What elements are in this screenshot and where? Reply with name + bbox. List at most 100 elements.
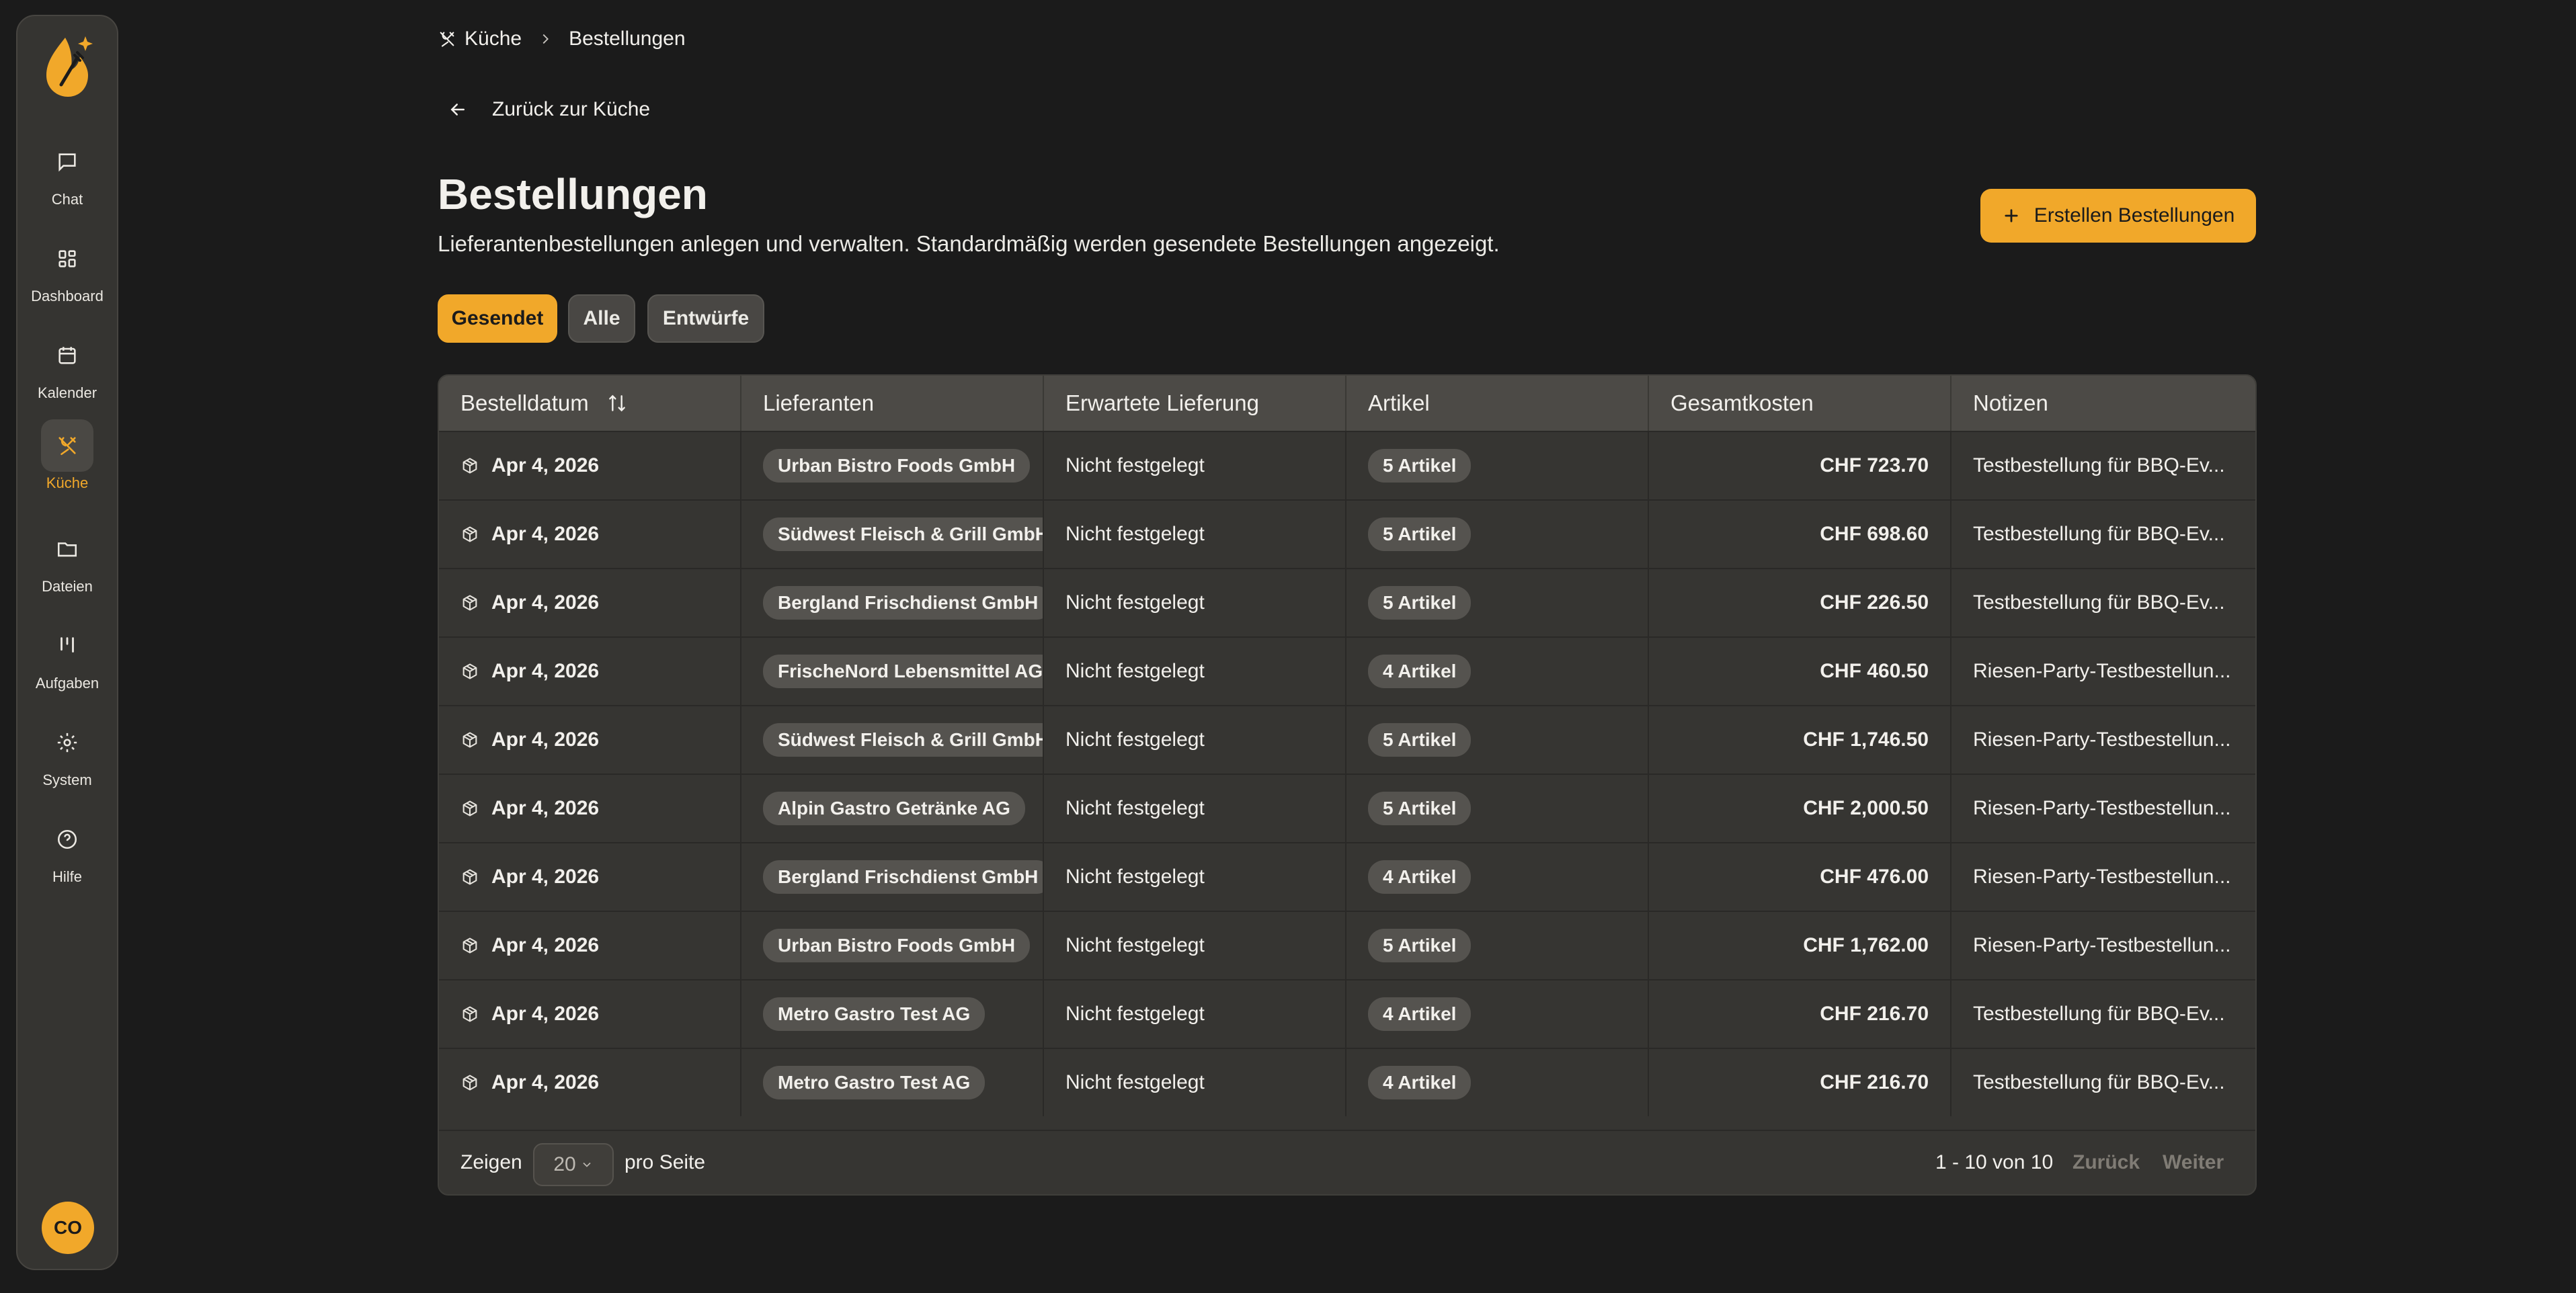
notes-cell: Testbestellung für BBQ-Ev...: [1951, 569, 2255, 636]
supplier-badge: Urban Bistro Foods GmbH: [763, 929, 1031, 962]
column-header-order-date[interactable]: Bestelldatum: [439, 376, 741, 431]
sidebar-item-dashboard[interactable]: Dashboard: [17, 233, 117, 305]
column-header-label: Bestelldatum: [460, 390, 589, 415]
expected-delivery: Nicht festgelegt: [1065, 591, 1205, 614]
notes-cell: Testbestellung für BBQ-Ev...: [1951, 501, 2255, 568]
sidebar-item-calendar[interactable]: Kalender: [17, 329, 117, 402]
order-date-cell: Apr 4, 2026: [439, 912, 741, 979]
sidebar-item-help[interactable]: Hilfe: [17, 813, 117, 886]
total-cost: CHF 723.70: [1820, 454, 1929, 476]
sidebar-item-tasks[interactable]: Aufgaben: [17, 620, 117, 692]
next-page-button[interactable]: Weiter: [2163, 1151, 2224, 1174]
total-cost-cell: CHF 1,762.00: [1649, 912, 1951, 979]
create-order-button[interactable]: Erstellen Bestellungen: [1980, 189, 2256, 243]
items-badge: 5 Artikel: [1368, 723, 1472, 757]
supplier-badge: Südwest Fleisch & Grill GmbH: [763, 723, 1043, 757]
supplier-cell: Südwest Fleisch & Grill GmbH: [741, 706, 1044, 774]
items-badge: 5 Artikel: [1368, 586, 1472, 620]
filter-sent[interactable]: Gesendet: [438, 294, 557, 343]
table-row[interactable]: Apr 4, 2026 Urban Bistro Foods GmbH Nicht …: [439, 911, 2255, 979]
table-row[interactable]: Apr 4, 2026 Südwest Fleisch & Grill GmbH N…: [439, 499, 2255, 568]
page-size-select[interactable]: 20: [533, 1143, 614, 1186]
expected-delivery-cell: Nicht festgelegt: [1044, 775, 1346, 842]
items-badge: 5 Artikel: [1368, 517, 1472, 551]
table-row[interactable]: Apr 4, 2026 Südwest Fleisch & Grill GmbH N…: [439, 705, 2255, 774]
sidebar-item-label: Chat: [51, 191, 83, 208]
total-cost-cell: CHF 2,000.50: [1649, 775, 1951, 842]
package-icon: [460, 936, 479, 955]
order-date-cell: Apr 4, 2026: [439, 501, 741, 568]
sidebar-item-label: Dateien: [42, 578, 93, 595]
total-cost: CHF 1,746.50: [1803, 728, 1929, 751]
sidebar-item-chat[interactable]: Chat: [17, 136, 117, 208]
table-row[interactable]: Apr 4, 2026 Alpin Gastro Getränke AG Nicht…: [439, 774, 2255, 842]
back-to-kitchen-link[interactable]: Zurück zur Küche: [448, 98, 650, 121]
sidebar-item-files[interactable]: Dateien: [17, 523, 117, 595]
supplier-badge: Urban Bistro Foods GmbH: [763, 449, 1031, 483]
order-date: Apr 4, 2026: [491, 1003, 600, 1025]
sidebar-item-system[interactable]: System: [17, 716, 117, 789]
sidebar-item-label: Kalender: [37, 384, 97, 401]
expected-delivery-cell: Nicht festgelegt: [1044, 569, 1346, 636]
expected-delivery: Nicht festgelegt: [1065, 866, 1205, 888]
dashboard-icon: [41, 233, 93, 285]
previous-page-button[interactable]: Zurück: [2072, 1151, 2140, 1174]
total-cost-cell: CHF 460.50: [1649, 638, 1951, 705]
filter-all[interactable]: Alle: [568, 294, 635, 343]
expected-delivery-cell: Nicht festgelegt: [1044, 981, 1346, 1048]
chevron-right-icon: [538, 32, 553, 46]
supplier-cell: Südwest Fleisch & Grill GmbH: [741, 501, 1044, 568]
order-date-cell: Apr 4, 2026: [439, 981, 741, 1048]
items-cell: 5 Artikel: [1346, 569, 1649, 636]
total-cost: CHF 460.50: [1820, 660, 1929, 682]
orders-table: Bestelldatum Lieferanten Erwartete Liefe…: [438, 374, 2257, 1196]
order-date-cell: Apr 4, 2026: [439, 775, 741, 842]
sidebar-item-label: System: [42, 771, 92, 788]
table-row[interactable]: Apr 4, 2026 Bergland Frischdienst GmbH Nic…: [439, 842, 2255, 911]
kanban-icon: [41, 620, 93, 672]
filter-drafts[interactable]: Entwürfe: [647, 294, 764, 343]
table-row[interactable]: Apr 4, 2026 Bergland Frischdienst GmbH Nic…: [439, 568, 2255, 636]
package-icon: [460, 456, 479, 475]
expected-delivery: Nicht festgelegt: [1065, 454, 1205, 476]
table-row[interactable]: Apr 4, 2026 FrischeNord Lebensmittel AG Ni…: [439, 636, 2255, 705]
notes-text: Riesen-Party-Testbestellun...: [1973, 797, 2231, 819]
sidebar-item-label: Hilfe: [52, 868, 82, 885]
notes-cell: Riesen-Party-Testbestellun...: [1951, 706, 2255, 774]
sidebar-item-kitchen[interactable]: Küche: [17, 419, 117, 492]
table-row[interactable]: Apr 4, 2026 Metro Gastro Test AG Nicht fes…: [439, 979, 2255, 1048]
order-date: Apr 4, 2026: [491, 591, 600, 614]
column-header-notes: Notizen: [1973, 390, 2048, 415]
avatar[interactable]: CO: [42, 1202, 94, 1254]
notes-cell: Testbestellung für BBQ-Ev...: [1951, 981, 2255, 1048]
calendar-icon: [41, 329, 93, 382]
arrow-left-icon: [448, 99, 468, 120]
total-cost-cell: CHF 476.00: [1649, 843, 1951, 911]
breadcrumb-kitchen-link[interactable]: Küche: [465, 28, 522, 50]
app-logo[interactable]: [41, 31, 95, 101]
notes-cell: Riesen-Party-Testbestellun...: [1951, 638, 2255, 705]
notes-text: Riesen-Party-Testbestellun...: [1973, 660, 2231, 682]
sidebar: Chat Dashboard Kalender Küche Dateien Au…: [16, 15, 118, 1270]
order-date: Apr 4, 2026: [491, 1071, 600, 1093]
expected-delivery-cell: Nicht festgelegt: [1044, 706, 1346, 774]
expected-delivery: Nicht festgelegt: [1065, 1003, 1205, 1025]
table-row[interactable]: Apr 4, 2026 Urban Bistro Foods GmbH Nicht …: [439, 431, 2255, 499]
table-row[interactable]: Apr 4, 2026 Metro Gastro Test AG Nicht fes…: [439, 1048, 2255, 1116]
notes-text: Testbestellung für BBQ-Ev...: [1973, 1071, 2225, 1093]
notes-text: Riesen-Party-Testbestellun...: [1973, 866, 2231, 888]
items-cell: 4 Artikel: [1346, 981, 1649, 1048]
package-icon: [460, 662, 479, 681]
order-date: Apr 4, 2026: [491, 660, 600, 682]
sidebar-item-label: Dashboard: [31, 288, 104, 304]
pagination-range: 1 - 10 von 10: [1935, 1151, 2054, 1173]
order-date-cell: Apr 4, 2026: [439, 1049, 741, 1116]
folder-icon: [41, 523, 93, 575]
items-cell: 5 Artikel: [1346, 501, 1649, 568]
total-cost-cell: CHF 226.50: [1649, 569, 1951, 636]
sort-icon[interactable]: [606, 392, 628, 414]
notes-text: Testbestellung für BBQ-Ev...: [1973, 591, 2225, 614]
show-label: Zeigen: [460, 1151, 522, 1173]
expected-delivery: Nicht festgelegt: [1065, 797, 1205, 819]
column-header-supplier: Lieferanten: [741, 376, 1044, 431]
